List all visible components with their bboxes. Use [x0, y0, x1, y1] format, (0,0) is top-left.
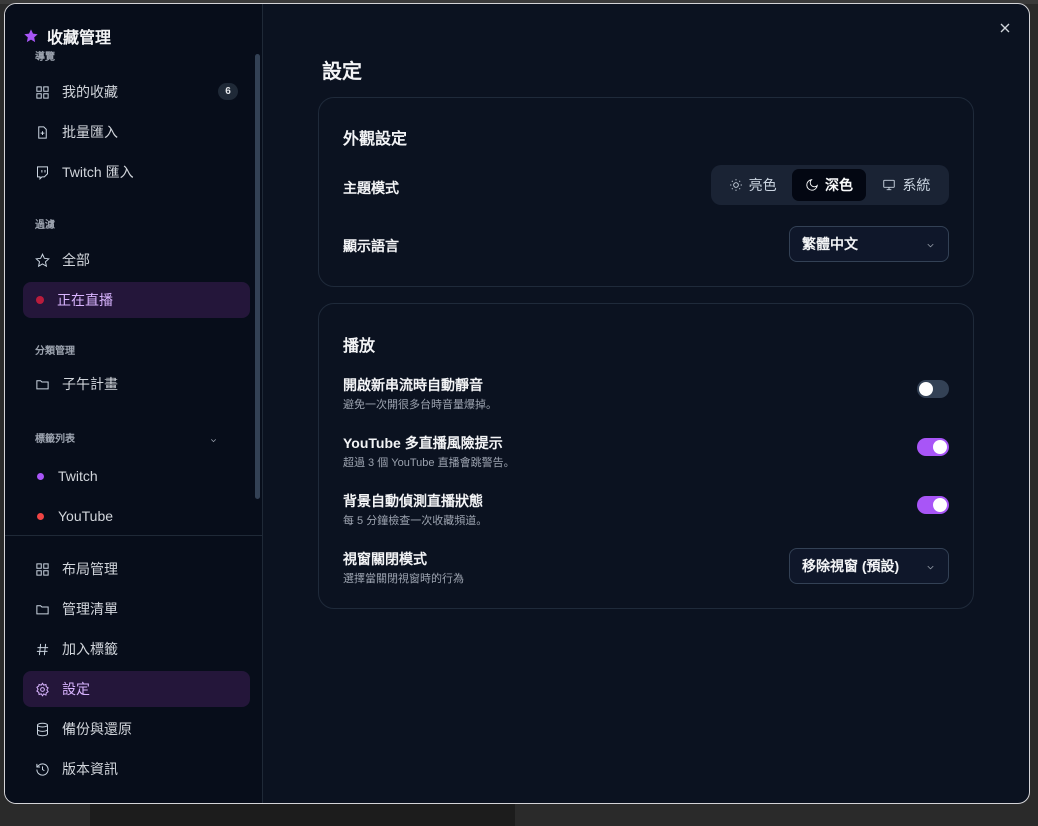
theme-label: 主題模式	[343, 180, 399, 196]
sidebar-bottom: 布局管理 管理清單 加入標籤 設定 備份與還原 版本資訊	[5, 535, 262, 791]
grid-icon	[36, 85, 49, 99]
theme-switcher: 亮色 深色 系統	[711, 165, 949, 205]
count-badge: 6	[218, 83, 238, 100]
theme-option-dark[interactable]: 深色	[792, 169, 866, 201]
tag-color-dot	[37, 472, 44, 480]
page-title: 設定	[322, 61, 362, 83]
sidebar-item-layout[interactable]: 布局管理	[23, 551, 250, 587]
sidebar-item-add-tag[interactable]: 加入標籤	[23, 631, 250, 667]
close-mode-value: 移除視窗 (預設)	[802, 558, 900, 574]
mute-label: 開啟新串流時自動靜音	[343, 377, 483, 393]
sidebar: 收藏管理 導覽 我的收藏 6 批量匯入 Twitch 匯入 過濾 全部 正在直播…	[5, 4, 263, 803]
sidebar-item-label: 備份與還原	[62, 721, 132, 737]
theme-option-system[interactable]: 系統	[868, 169, 945, 201]
card-title: 外觀設定	[343, 131, 408, 148]
sidebar-item-manage-list[interactable]: 管理清單	[23, 591, 250, 627]
theme-option-label: 深色	[825, 177, 853, 193]
toggle-knob	[933, 498, 947, 512]
settings-main: 設定 外觀設定 主題模式 亮色 深色 系統 顯示語言 繁體中文 播放 開啟新串流…	[263, 4, 1029, 803]
sidebar-item-label: 我的收藏	[62, 84, 118, 100]
yt-warn-label: YouTube 多直播風險提示	[343, 435, 503, 451]
yt-warn-desc: 超過 3 個 YouTube 直播會跳警告。	[343, 457, 515, 469]
appearance-card: 外觀設定 主題模式 亮色 深色 系統 顯示語言 繁體中文	[318, 97, 974, 287]
hash-icon	[36, 643, 49, 655]
sidebar-item-label: 全部	[62, 252, 90, 268]
theme-option-light[interactable]: 亮色	[715, 169, 790, 201]
section-tags-label: 標籤列表	[35, 434, 75, 445]
grid-icon	[36, 562, 49, 576]
theme-option-label: 亮色	[748, 177, 777, 193]
chevron-down-icon	[210, 439, 217, 443]
history-icon	[36, 762, 49, 776]
monitor-icon	[883, 179, 896, 191]
playback-card: 播放 開啟新串流時自動靜音 避免一次開很多台時音量爆掉。 YouTube 多直播…	[318, 303, 974, 609]
sidebar-item-category[interactable]: 子午計畫	[23, 366, 250, 402]
sidebar-item-label: 正在直播	[57, 292, 113, 308]
chevron-down-icon	[927, 565, 934, 570]
yt-warn-toggle[interactable]	[917, 438, 949, 456]
sidebar-item-twitch-import[interactable]: Twitch 匯入	[23, 154, 250, 190]
theme-option-label: 系統	[902, 177, 931, 193]
sidebar-item-version[interactable]: 版本資訊	[23, 751, 250, 787]
tag-color-dot	[37, 512, 44, 520]
file-import-icon	[38, 125, 47, 139]
language-value: 繁體中文	[802, 236, 858, 252]
sidebar-tag-twitch[interactable]: Twitch	[23, 458, 250, 494]
sidebar-item-label: 設定	[62, 681, 90, 697]
sidebar-item-label: Twitch	[58, 468, 98, 484]
toggle-knob	[919, 382, 933, 396]
sidebar-item-label: 批量匯入	[62, 124, 118, 140]
gear-icon	[36, 681, 49, 697]
sidebar-item-label: 版本資訊	[62, 761, 118, 777]
sidebar-item-live[interactable]: 正在直播	[23, 282, 250, 318]
mute-desc: 避免一次開很多台時音量爆掉。	[343, 399, 497, 411]
sidebar-item-label: 布局管理	[62, 561, 118, 577]
favorites-modal: 收藏管理 導覽 我的收藏 6 批量匯入 Twitch 匯入 過濾 全部 正在直播…	[4, 3, 1030, 804]
card-title: 播放	[343, 338, 376, 355]
folder-icon	[36, 379, 49, 389]
live-dot-icon	[36, 296, 44, 304]
bg-detect-desc: 每 5 分鐘檢查一次收藏頻道。	[343, 515, 488, 527]
sidebar-nav: 導覽 我的收藏 6 批量匯入 Twitch 匯入 過濾 全部 正在直播 分類管理…	[5, 48, 262, 533]
close-mode-desc: 選擇當關閉視窗時的行為	[343, 573, 464, 585]
toggle-knob	[933, 440, 947, 454]
sidebar-tag-youtube[interactable]: YouTube	[23, 498, 250, 533]
folder-icon	[36, 604, 49, 614]
sidebar-item-label: Twitch 匯入	[62, 164, 134, 180]
database-icon	[37, 722, 48, 736]
brand: 收藏管理	[5, 4, 262, 48]
language-select[interactable]: 繁體中文	[789, 226, 949, 262]
sidebar-item-all[interactable]: 全部	[23, 242, 250, 278]
close-icon[interactable]	[997, 20, 1013, 36]
sidebar-item-backup[interactable]: 備份與還原	[23, 711, 250, 747]
sun-icon	[729, 179, 742, 191]
sidebar-scrollbar[interactable]	[255, 54, 260, 499]
section-tags[interactable]: 標籤列表	[5, 430, 262, 450]
bg-detect-label: 背景自動偵測直播狀態	[343, 493, 483, 509]
sidebar-item-batch-import[interactable]: 批量匯入	[23, 114, 250, 150]
section-filter: 過濾	[35, 220, 55, 231]
sidebar-item-label: 管理清單	[62, 601, 118, 617]
mute-toggle[interactable]	[917, 380, 949, 398]
star-icon	[24, 28, 38, 42]
sidebar-item-settings[interactable]: 設定	[23, 671, 250, 707]
sidebar-item-label: YouTube	[58, 508, 114, 524]
chevron-down-icon	[927, 243, 934, 248]
twitch-icon	[37, 165, 48, 180]
sidebar-item-label: 加入標籤	[62, 641, 118, 657]
star-outline-icon	[35, 252, 50, 267]
close-mode-select[interactable]: 移除視窗 (預設)	[789, 548, 949, 584]
moon-icon	[806, 179, 818, 191]
brand-title: 收藏管理	[47, 29, 112, 47]
bg-detect-toggle[interactable]	[917, 496, 949, 514]
section-nav: 導覽	[35, 52, 55, 63]
close-mode-label: 視窗關閉模式	[343, 551, 427, 567]
sidebar-item-my-favorites[interactable]: 我的收藏 6	[23, 74, 250, 110]
sidebar-item-label: 子午計畫	[62, 376, 118, 392]
section-category: 分類管理	[35, 346, 75, 357]
language-label: 顯示語言	[343, 238, 399, 254]
